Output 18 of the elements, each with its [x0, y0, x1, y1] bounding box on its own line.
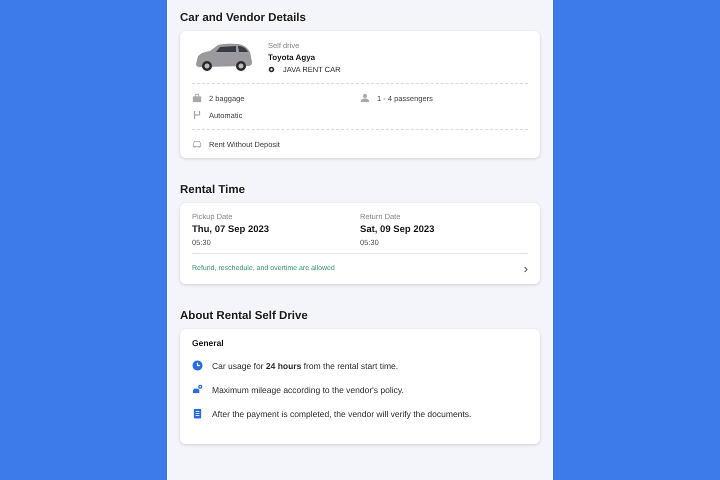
info-text: Car usage for 24 hours from the rental start time. [212, 360, 398, 370]
date-value: Sat, 09 Sep 2023 [360, 224, 436, 235]
clock-icon [192, 360, 203, 371]
section-title: Rental Time [180, 184, 246, 196]
date-value: Thu, 07 Sep 2023 [192, 224, 270, 235]
car-outline-icon [192, 139, 202, 149]
car-pin-icon [192, 384, 203, 395]
person-icon [360, 93, 370, 103]
document-icon [192, 408, 203, 419]
luggage-icon [192, 93, 202, 103]
car-model: Toyota Agya [268, 52, 316, 62]
vendor-logo-icon [268, 66, 275, 72]
section-title: About Rental Self Drive [180, 310, 309, 322]
subsection-title: General [192, 338, 225, 348]
info-text: Maximum mileage according to the vendor's policy. [212, 384, 404, 394]
gear-shift-icon [192, 110, 202, 120]
section-title: Car and Vendor Details [180, 12, 307, 24]
info-text: After the payment is completed, the vendor will verify the documents. [212, 408, 472, 418]
